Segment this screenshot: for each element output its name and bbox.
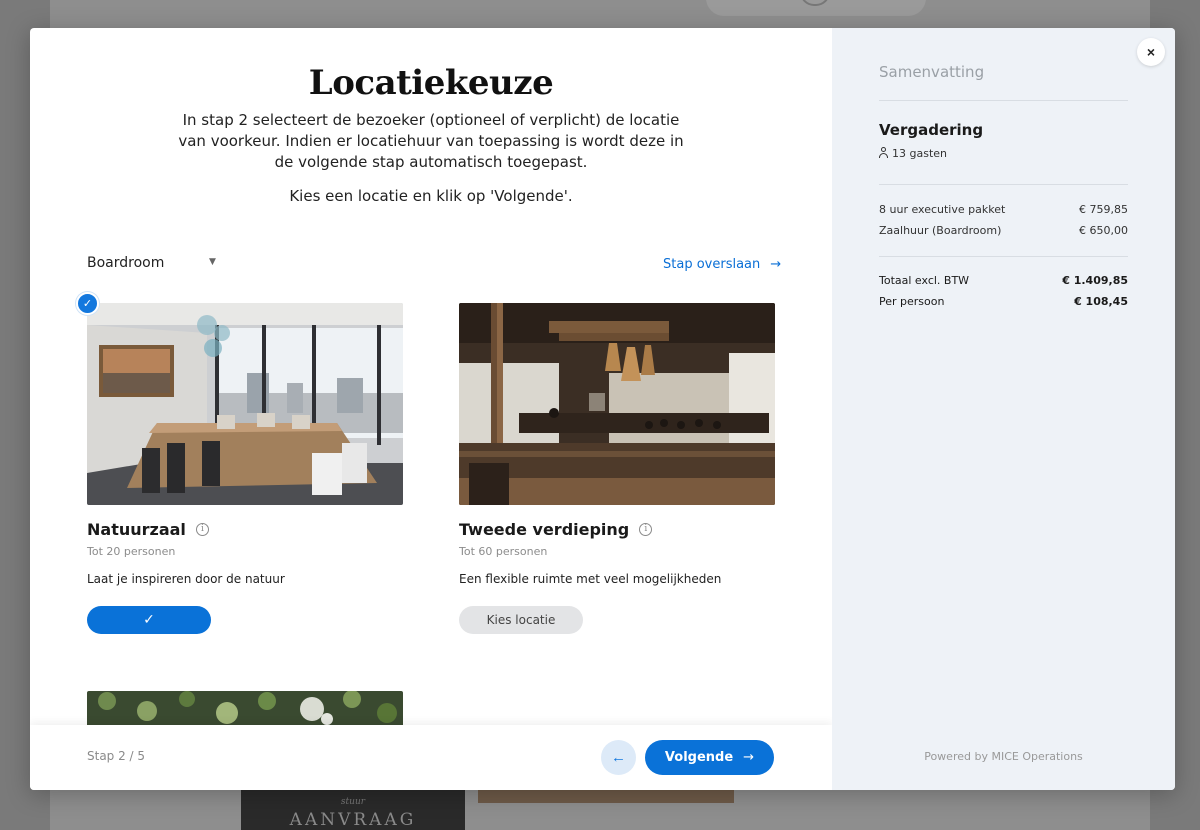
location-photo-plants bbox=[87, 691, 403, 725]
page-title: Locatiekeuze bbox=[308, 63, 554, 103]
per-person-label: Per persoon bbox=[879, 295, 945, 308]
summary-total: Totaal excl. BTW € 1.409,85 bbox=[879, 274, 1128, 287]
line-item-label: 8 uur executive pakket bbox=[879, 203, 1006, 216]
location-name: Tweede verdieping bbox=[459, 520, 630, 539]
next-button[interactable]: Volgende → bbox=[645, 740, 774, 775]
guest-count-label: 13 gasten bbox=[892, 147, 947, 160]
back-button[interactable]: ← bbox=[601, 740, 636, 775]
arrow-right-icon: → bbox=[743, 750, 755, 765]
info-icon[interactable]: i bbox=[195, 523, 209, 536]
background-image-card bbox=[478, 790, 734, 803]
location-name-row: Tweede verdieping i bbox=[459, 520, 775, 539]
guest-count: 13 gasten bbox=[879, 147, 947, 160]
info-icon[interactable]: i bbox=[639, 523, 653, 536]
chevron-down-icon: ▼ bbox=[209, 257, 216, 267]
next-button-label: Volgende bbox=[664, 750, 734, 765]
event-name: Vergadering bbox=[879, 121, 984, 139]
divider bbox=[879, 184, 1128, 185]
background-card-small-text: stuur bbox=[340, 797, 366, 807]
close-button[interactable]: × bbox=[1137, 38, 1165, 66]
modal-footer: Stap 2 / 5 ← Volgende → bbox=[30, 725, 832, 790]
total-amount: € 1.409,85 bbox=[1062, 274, 1128, 287]
location-description: Een flexible ruimte met veel mogelijkhed… bbox=[459, 572, 722, 586]
line-item-label: Zaalhuur (Boardroom) bbox=[879, 224, 1002, 237]
modal-main: Locatiekeuze In stap 2 selecteert de bez… bbox=[30, 28, 832, 790]
person-icon bbox=[879, 147, 888, 158]
background-card-big-text: AANVRAAG bbox=[289, 810, 417, 830]
location-card[interactable]: Natuurzaal i Tot 20 personen Laat je ins… bbox=[87, 303, 403, 634]
divider bbox=[879, 256, 1128, 257]
location-capacity: Tot 60 personen bbox=[459, 545, 548, 558]
summary-line-item: Zaalhuur (Boardroom) € 650,00 bbox=[879, 224, 1128, 237]
location-selected-button[interactable]: ✓ bbox=[87, 606, 211, 634]
location-card[interactable]: Tweede verdieping i Tot 60 personen Een … bbox=[459, 303, 775, 634]
location-description: Laat je inspireren door de natuur bbox=[87, 572, 285, 586]
divider bbox=[879, 100, 1128, 101]
location-name-row: Natuurzaal i bbox=[87, 520, 403, 539]
step-indicator: Stap 2 / 5 bbox=[87, 749, 146, 763]
per-person-amount: € 108,45 bbox=[1074, 295, 1128, 308]
location-modal: Locatiekeuze In stap 2 selecteert de bez… bbox=[30, 28, 1175, 790]
skip-step-link[interactable]: Stap overslaan → bbox=[663, 257, 781, 272]
location-photo-restaurant bbox=[459, 303, 775, 505]
intro-text: In stap 2 selecteert de bezoeker (option… bbox=[178, 111, 684, 171]
summary-line-item: 8 uur executive pakket € 759,85 bbox=[879, 203, 1128, 216]
background-request-card: stuur AANVRAAG bbox=[241, 790, 465, 830]
selected-check-icon: ✓ bbox=[76, 292, 99, 315]
summary-per-person: Per persoon € 108,45 bbox=[879, 295, 1128, 308]
location-capacity: Tot 20 personen bbox=[87, 545, 176, 558]
location-name: Natuurzaal bbox=[87, 520, 186, 539]
total-label: Totaal excl. BTW bbox=[879, 274, 970, 287]
line-item-amount: € 759,85 bbox=[1079, 203, 1128, 216]
location-filter-select[interactable]: Boardroom ▼ bbox=[87, 255, 219, 275]
line-item-amount: € 650,00 bbox=[1079, 224, 1128, 237]
skip-step-label: Stap overslaan bbox=[663, 257, 761, 272]
choose-location-button[interactable]: Kies locatie bbox=[459, 606, 583, 634]
arrow-right-icon: → bbox=[770, 257, 782, 272]
location-filter-value: Boardroom bbox=[87, 255, 165, 271]
instruction-text: Kies een locatie en klik op 'Volgende'. bbox=[289, 187, 573, 205]
close-icon: × bbox=[1146, 44, 1156, 60]
powered-by: Powered by MICE Operations bbox=[924, 750, 1083, 763]
arrow-left-icon: ← bbox=[611, 749, 626, 766]
location-photo-boardroom bbox=[87, 303, 403, 505]
summary-sidebar: × Samenvatting Vergadering 13 gasten 8 u… bbox=[832, 28, 1175, 790]
summary-title: Samenvatting bbox=[879, 63, 985, 81]
